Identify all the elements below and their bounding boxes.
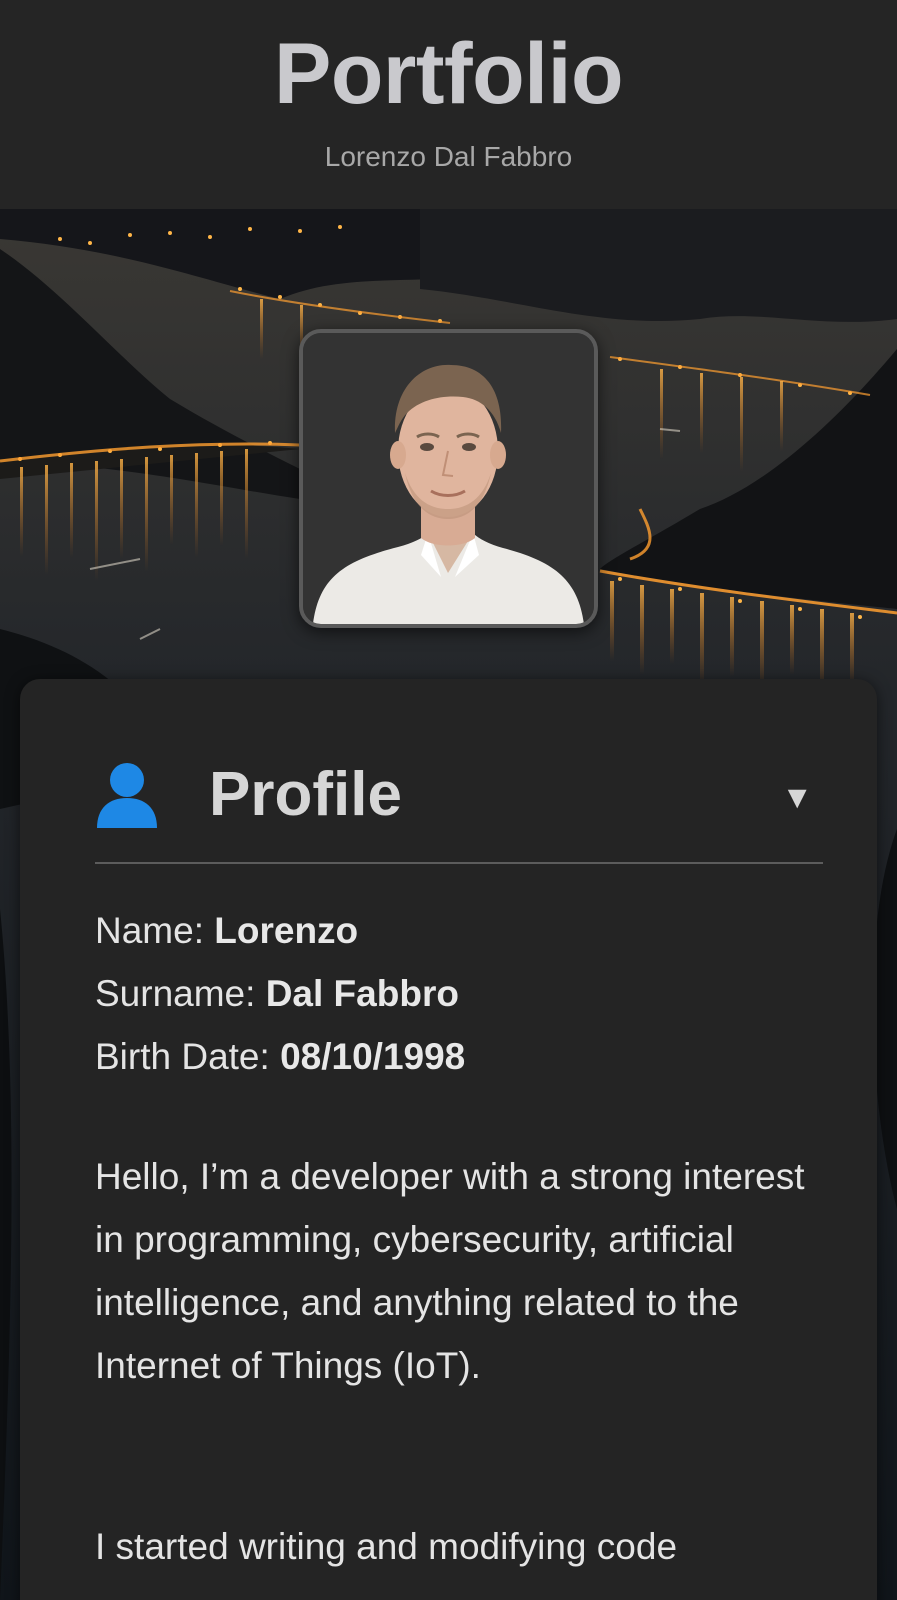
profile-field-birth-date: Birth Date: 08/10/1998 — [95, 1025, 815, 1088]
field-label: Birth Date: — [95, 1036, 281, 1077]
site-header: Portfolio Lorenzo Dal Fabbro — [0, 0, 897, 209]
chevron-down-icon[interactable]: ▼ — [781, 779, 813, 815]
user-icon — [97, 763, 157, 828]
field-value: Lorenzo — [214, 910, 359, 951]
field-label: Surname: — [95, 973, 266, 1014]
profile-section-title: Profile — [209, 760, 402, 829]
profile-card: Profile ▼ Name: Lorenzo Surname: Dal Fab… — [20, 679, 877, 1600]
profile-field-surname: Surname: Dal Fabbro — [95, 962, 815, 1025]
page-subtitle: Lorenzo Dal Fabbro — [324, 141, 573, 172]
profile-photo-icon — [303, 333, 594, 624]
field-value: 08/10/1998 — [280, 1036, 466, 1077]
field-label: Name: — [95, 910, 215, 951]
bio-paragraph: I started writing and modifying code — [95, 1526, 678, 1567]
page: Portfolio Lorenzo Dal Fabbro Profile ▼ N… — [0, 0, 897, 1600]
profile-info-list: Name: Lorenzo Surname: Dal Fabbro Birth … — [95, 899, 815, 1088]
field-value: Dal Fabbro — [265, 973, 459, 1014]
profile-section-toggle[interactable]: Profile ▼ — [95, 739, 823, 864]
page-title: Portfolio — [274, 26, 624, 122]
bio-paragraph: Hello, I’m a developer with a strong int… — [95, 1156, 805, 1386]
profile-field-name: Name: Lorenzo — [95, 899, 815, 962]
profile-avatar — [299, 329, 598, 628]
